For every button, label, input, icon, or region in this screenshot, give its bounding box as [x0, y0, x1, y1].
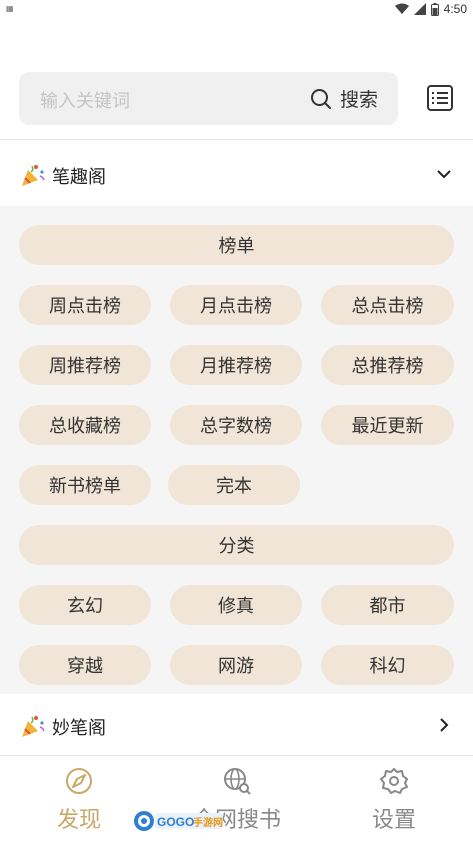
section-header-category[interactable]: 分类: [19, 525, 454, 565]
nav-discover[interactable]: 发现: [19, 766, 139, 834]
category-kehuan[interactable]: 科幻: [321, 645, 454, 685]
category-xiuzhen[interactable]: 修真: [170, 585, 302, 625]
clock: 4:50: [443, 2, 467, 16]
rank-total-recommend[interactable]: 总推荐榜: [321, 345, 454, 385]
category-xuanhuan[interactable]: 玄幻: [19, 585, 151, 625]
globe-search-icon: [224, 768, 251, 795]
chevron-right-icon: [440, 718, 449, 732]
gogo-watermark-logo: GOGO 手游网: [134, 811, 223, 831]
nav-settings[interactable]: 设置: [334, 766, 454, 834]
group-title: 笔趣阁: [52, 167, 106, 188]
divider: [0, 139, 473, 140]
chevron-down-icon: [437, 170, 451, 179]
svg-text:GOGO: GOGO: [157, 815, 194, 829]
battery-icon: [430, 2, 439, 16]
rank-new-books[interactable]: 新书榜单: [19, 465, 151, 505]
rank-recent-updates[interactable]: 最近更新: [321, 405, 454, 445]
section-header-ranking[interactable]: 榜单: [19, 225, 454, 265]
svg-text:手游网: 手游网: [193, 816, 223, 829]
rank-monthly-recommend[interactable]: 月推荐榜: [170, 345, 302, 385]
compass-icon: [66, 768, 92, 794]
search-bar: 输入关键词 搜索: [0, 72, 473, 126]
system-icons: 4:50: [394, 2, 467, 16]
rank-total-favorites[interactable]: 总收藏榜: [19, 405, 151, 445]
nav-label: 设置: [371, 808, 416, 833]
gear-icon: [380, 768, 408, 794]
category-dushi[interactable]: 都市: [321, 585, 454, 625]
rank-completed[interactable]: 完本: [168, 465, 300, 505]
rank-weekly-clicks[interactable]: 周点击榜: [19, 285, 151, 325]
category-chuanyue[interactable]: 穿越: [19, 645, 151, 685]
source-panel: 榜单 周点击榜 月点击榜 总点击榜 周推荐榜 月推荐榜 总推荐榜 总收藏榜 总字…: [0, 206, 473, 694]
rank-total-words[interactable]: 总字数榜: [170, 405, 302, 445]
sim-icon: ▦: [6, 4, 14, 13]
list-icon[interactable]: [426, 84, 454, 112]
nav-label: 发现: [56, 808, 101, 833]
status-bar: ▦ 4:50: [0, 0, 473, 22]
party-popper-icon: [22, 165, 45, 186]
group-header-biquge[interactable]: 笔趣阁: [0, 143, 473, 205]
search-input[interactable]: 输入关键词 搜索: [19, 72, 398, 125]
rank-weekly-recommend[interactable]: 周推荐榜: [19, 345, 151, 385]
rank-total-clicks[interactable]: 总点击榜: [321, 285, 454, 325]
rank-monthly-clicks[interactable]: 月点击榜: [170, 285, 302, 325]
signal-icon: [413, 3, 426, 15]
search-icon: [310, 88, 331, 109]
group-header-miaobige[interactable]: 妙笔阁: [0, 696, 473, 754]
category-wangyou[interactable]: 网游: [170, 645, 302, 685]
wifi-icon: [394, 3, 409, 14]
search-placeholder: 输入关键词: [40, 91, 130, 112]
bottom-nav: 发现 全网搜书 设置: [0, 756, 473, 842]
search-button[interactable]: 搜索: [310, 85, 378, 112]
group-title: 妙笔阁: [52, 718, 106, 739]
party-popper-icon: [22, 716, 45, 737]
search-button-label: 搜索: [339, 89, 378, 111]
